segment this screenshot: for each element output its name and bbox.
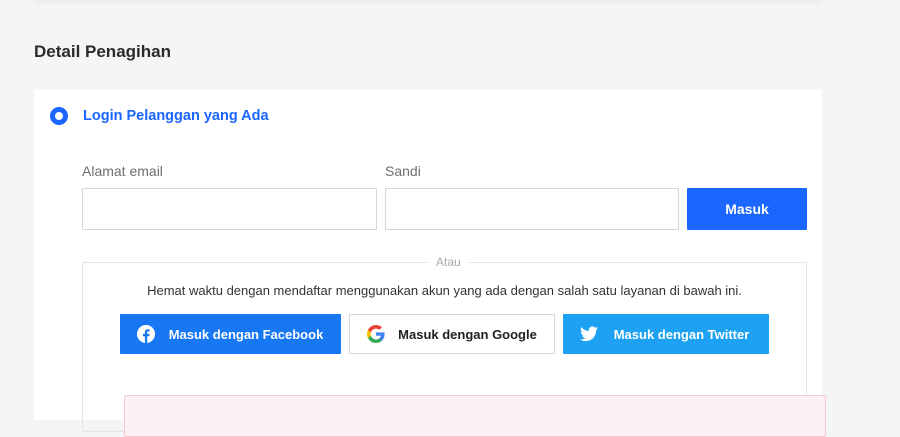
google-login-button[interactable]: Masuk dengan Google: [349, 314, 555, 354]
email-field[interactable]: [82, 188, 377, 230]
facebook-icon: [137, 325, 155, 343]
section-title: Detail Penagihan: [34, 42, 171, 61]
email-label: Alamat email: [82, 163, 163, 179]
twitter-login-button[interactable]: Masuk dengan Twitter: [563, 314, 769, 354]
login-option-radio[interactable]: [50, 107, 68, 125]
or-divider: Atau: [428, 255, 469, 269]
facebook-login-label: Masuk dengan Facebook: [168, 326, 324, 342]
login-button[interactable]: Masuk: [687, 188, 807, 230]
password-field[interactable]: [385, 188, 679, 230]
twitter-icon: [580, 325, 598, 343]
billing-card: Login Pelanggan yang Ada Alamat email Sa…: [34, 90, 826, 437]
alert-box: [124, 395, 826, 437]
google-login-label: Masuk dengan Google: [398, 326, 537, 342]
facebook-login-button[interactable]: Masuk dengan Facebook: [120, 314, 341, 354]
twitter-login-label: Masuk dengan Twitter: [613, 326, 750, 342]
password-label: Sandi: [385, 163, 421, 179]
google-icon: [367, 325, 385, 343]
social-login-hint: Hemat waktu dengan mendaftar menggunakan…: [147, 283, 742, 298]
login-option-label[interactable]: Login Pelanggan yang Ada: [83, 108, 269, 124]
